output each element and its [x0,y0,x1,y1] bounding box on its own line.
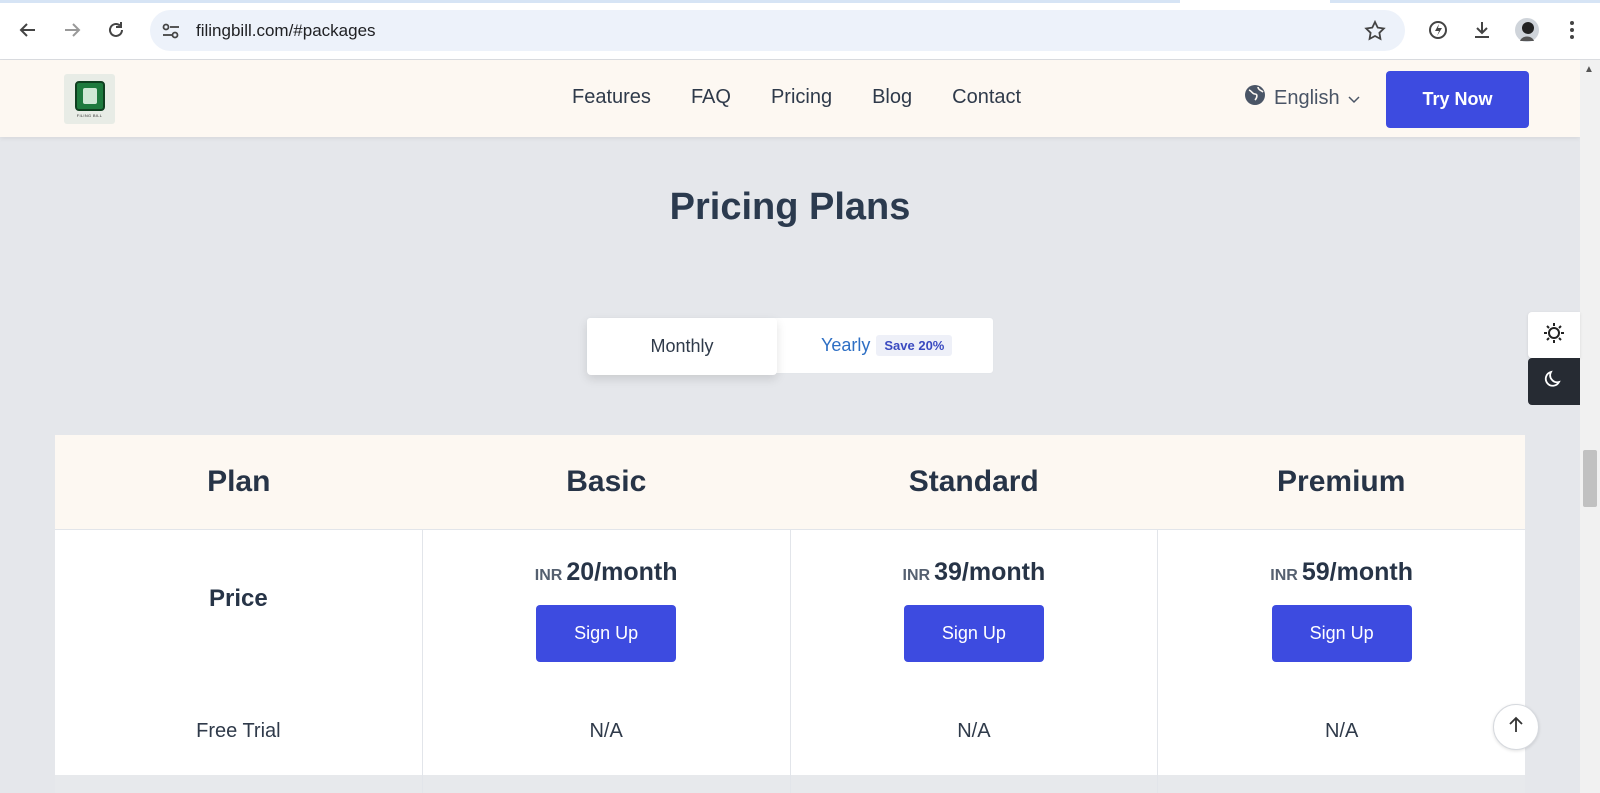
premium-price-value: 59/month [1301,558,1413,586]
url-text[interactable]: filingbill.com/#packages [196,21,376,41]
nav-link-features[interactable]: Features [572,86,651,109]
yearly-tab[interactable]: Yearly Save 20% [821,335,953,356]
header-plan: Plan [207,465,271,498]
page-scrollbar[interactable] [1580,60,1600,793]
loading-bar [0,0,1180,3]
table-cell [55,775,422,793]
bookmark-star-icon[interactable] [1363,19,1387,43]
nav-link-pricing[interactable]: Pricing [771,86,832,109]
table-cell [789,775,1158,793]
address-bar[interactable]: filingbill.com/#packages [150,10,1405,51]
language-selector[interactable]: English [1244,84,1360,112]
logo-mark [74,80,105,111]
premium-free-trial: N/A [1324,720,1359,742]
basic-sign-up-button[interactable]: Sign Up [536,605,677,662]
nav-link-faq[interactable]: FAQ [691,86,731,109]
table-row [55,775,1525,793]
currency-label: INR [902,567,931,584]
table-cell [1157,775,1525,793]
standard-column: INR 39/month Sign Up N/A [789,530,1158,775]
try-now-button[interactable]: Try Now [1386,71,1529,128]
currency-label: INR [534,567,563,584]
basic-free-trial: N/A [589,720,623,742]
table-cell [421,775,790,793]
price-row-label: Price [209,585,268,612]
free-trial-row-label: Free Trial [196,720,281,742]
sun-icon [1543,322,1565,349]
chevron-down-icon [1348,87,1360,110]
arrow-up-icon [1507,716,1525,739]
pricing-table: Plan Basic Standard Premium Price Free T… [55,435,1525,793]
standard-price: INR 39/month [791,558,1158,587]
basic-column: INR 20/month Sign Up N/A [421,530,790,775]
yearly-label: Yearly [821,335,871,355]
nav-link-contact[interactable]: Contact [952,86,1021,109]
page-title: Pricing Plans [669,186,911,228]
globe-icon [1244,84,1266,112]
download-icon[interactable] [1466,14,1498,46]
premium-price: INR 59/month [1158,558,1525,587]
header-premium: Premium [1277,465,1406,498]
scrollbar-thumb[interactable] [1583,450,1597,507]
basic-price: INR 20/month [423,558,790,587]
currency-label: INR [1270,567,1298,584]
nav-link-blog[interactable]: Blog [872,86,912,109]
table-row: Price Free Trial INR 20/month Sign Up N/A… [55,530,1525,775]
dark-theme-button[interactable] [1528,358,1580,405]
header-standard: Standard [908,465,1039,498]
basic-price-value: 20/month [566,558,678,586]
extension-icon[interactable] [1422,14,1454,46]
premium-sign-up-button[interactable]: Sign Up [1271,605,1412,662]
back-icon[interactable] [12,14,44,46]
logo-caption: FILING BILL [76,112,103,118]
site-settings-icon[interactable] [160,20,182,42]
save-badge: Save 20% [876,335,953,356]
forward-icon[interactable] [56,14,88,46]
monthly-tab[interactable]: Monthly [587,318,777,375]
loading-bar-segment [1330,0,1600,3]
profile-avatar[interactable] [1511,14,1543,46]
standard-price-value: 39/month [934,558,1046,586]
header-basic: Basic [566,465,647,498]
main-nav: Features FAQ Pricing Blog Contact [572,86,1021,109]
scroll-up-arrow-icon[interactable]: ▲ [1584,64,1594,75]
standard-sign-up-button[interactable]: Sign Up [903,605,1044,662]
back-to-top-button[interactable] [1493,704,1539,750]
table-header-row: Plan Basic Standard Premium [55,435,1525,530]
browser-menu-icon[interactable] [1556,14,1588,46]
standard-free-trial: N/A [957,720,991,742]
premium-column: INR 59/month Sign Up N/A [1157,530,1525,775]
browser-toolbar: filingbill.com/#packages [0,0,1600,60]
site-header: FILING BILL Features FAQ Pricing Blog Co… [0,60,1580,137]
language-label: English [1274,86,1340,109]
reload-icon[interactable] [100,14,132,46]
billing-period-toggle: Monthly Yearly Save 20% [586,317,994,375]
light-theme-button[interactable] [1528,312,1580,358]
filing-bill-logo[interactable]: FILING BILL [64,74,115,124]
moon-icon [1544,369,1564,394]
plan-label-column: Price Free Trial [55,530,422,775]
